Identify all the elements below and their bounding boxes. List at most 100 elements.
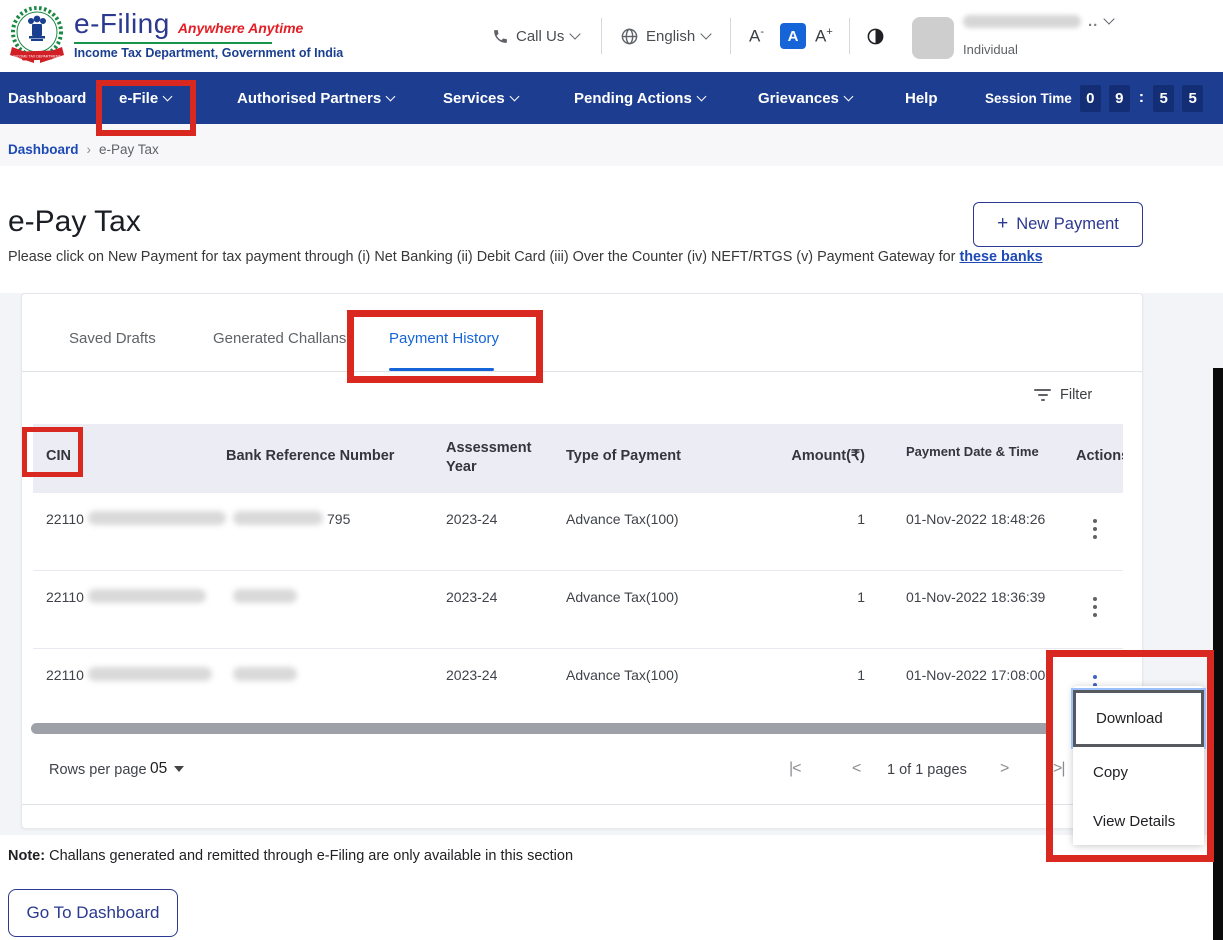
assessment-year-value: 2023-24 [446,511,497,527]
chevron-down-icon [386,92,396,102]
chevron-down-icon [509,92,519,102]
payment-type-value: Advance Tax(100) [566,511,679,527]
prev-page-button[interactable]: < [852,760,860,778]
note-label: Note: [8,848,45,864]
top-header: INCOME TAX DEPARTMENT e-FilingAnywhere A… [0,0,1223,72]
tab-payment-history[interactable]: Payment History [389,330,499,347]
redacted-cin [88,667,212,681]
chevron-down-icon [843,92,853,102]
amount-value: 1 [765,667,865,683]
column-header-amount: Amount(₹) [765,448,865,464]
font-size-decrease-button[interactable]: A- [749,0,764,72]
globe-icon [620,27,639,46]
menu-item-download[interactable]: Download [1073,690,1204,747]
chevron-down-icon [570,28,581,39]
language-label: English [646,28,695,45]
tab-saved-drafts[interactable]: Saved Drafts [69,330,156,347]
nav-item-help[interactable]: Help [905,72,938,124]
chevron-down-icon [701,28,712,39]
these-banks-link[interactable]: these banks [959,249,1042,265]
table-row: 22110 2023-24 Advance Tax(100) 1 01-Nov-… [33,571,1123,649]
screen-edge-strip [1213,368,1223,940]
page-status: 1 of 1 pages [887,762,967,778]
call-us-menu[interactable]: Call Us [492,0,579,72]
breadcrumb-separator: › [87,142,92,157]
session-digit: 0 [1080,85,1101,112]
nav-item-pending-actions[interactable]: Pending Actions [574,72,705,124]
header-divider [601,18,602,54]
cin-value: 22110 [46,511,84,527]
table-row: 22110 2023-24 Advance Tax(100) 1 01-Nov-… [33,649,1123,727]
font-size-increase-button[interactable]: A+ [815,0,833,72]
contrast-toggle[interactable] [866,0,885,72]
pagination-divider [22,804,1143,805]
contrast-icon [866,27,885,46]
column-header-cin: CIN [46,448,71,464]
emblem-ribbon-text: INCOME TAX DEPARTMENT [13,55,61,59]
menu-item-view-details[interactable]: View Details [1073,797,1204,845]
row-actions-kebab-icon[interactable] [1084,507,1106,551]
user-role-label: Individual [963,42,1018,57]
user-avatar[interactable] [912,17,954,59]
call-us-label: Call Us [516,28,564,45]
logo-green-rule [74,42,272,44]
redacted-bank-ref [233,589,297,603]
column-header-type: Type of Payment [566,448,681,464]
datetime-value: 01-Nov-2022 17:08:00 [906,667,1045,683]
rows-per-page-select[interactable]: 05 [150,760,184,778]
last-page-button[interactable]: >| [1053,760,1065,778]
breadcrumb-dashboard-link[interactable]: Dashboard [8,142,79,157]
plus-icon: + [997,213,1008,235]
row-actions-context-menu: Download Copy View Details [1073,686,1204,845]
page-title: e-Pay Tax [8,205,141,239]
income-tax-emblem-logo: INCOME TAX DEPARTMENT [8,5,66,67]
header-divider [730,18,731,54]
redacted-user-name [963,15,1081,28]
breadcrumb: Dashboard › e-Pay Tax [8,142,159,157]
table-horizontal-scrollbar[interactable] [31,723,1053,734]
epay-tax-page: INCOME TAX DEPARTMENT e-FilingAnywhere A… [0,0,1223,940]
nav-item-grievances[interactable]: Grievances [758,72,852,124]
main-navigation: Dashboard e-File Authorised Partners Ser… [0,72,1223,124]
session-timer: Session Time 0 9 : 5 5 [985,72,1203,124]
new-payment-button[interactable]: + New Payment [973,202,1143,247]
header-divider [849,18,850,54]
session-digit: 5 [1153,85,1174,112]
user-name-ellipsis: .. [1088,13,1098,30]
breadcrumb-current: e-Pay Tax [99,142,159,157]
row-actions-kebab-icon[interactable] [1084,585,1106,629]
tab-generated-challans[interactable]: Generated Challans [213,330,346,347]
go-to-dashboard-button[interactable]: Go To Dashboard [8,889,178,937]
cin-value: 22110 [46,589,84,605]
cin-value: 22110 [46,667,84,683]
amount-value: 1 [765,589,865,605]
datetime-value: 01-Nov-2022 18:48:26 [906,511,1045,527]
efiling-logo: e-FilingAnywhere Anytime Income Tax Depa… [74,8,343,60]
nav-item-efile[interactable]: e-File [119,72,171,124]
chevron-down-icon [696,92,706,102]
nav-item-dashboard[interactable]: Dashboard [8,72,86,124]
redacted-bank-ref [233,511,323,525]
filter-button[interactable]: Filter [1034,387,1092,403]
logo-tagline: Anywhere Anytime [178,20,304,36]
column-header-actions: Actions [1076,448,1123,464]
bank-ref-value: 795 [327,511,350,527]
tabs-divider [22,371,1143,372]
rows-per-page-label: Rows per page [49,762,147,778]
column-header-assessment-year: AssessmentYear [446,439,531,477]
nav-item-services[interactable]: Services [443,72,518,124]
first-page-button[interactable]: |< [789,760,801,778]
assessment-year-value: 2023-24 [446,589,497,605]
font-size-default-button[interactable]: A [780,0,806,72]
redacted-cin [88,589,206,603]
table-row: 22110 795 2023-24 Advance Tax(100) 1 01-… [33,493,1123,571]
language-menu[interactable]: English [620,0,710,72]
session-digit: 5 [1182,85,1203,112]
phone-icon [492,28,509,45]
nav-item-authorised-partners[interactable]: Authorised Partners [237,72,394,124]
next-page-button[interactable]: > [1000,760,1008,778]
menu-item-copy[interactable]: Copy [1073,747,1204,797]
payment-type-value: Advance Tax(100) [566,589,679,605]
payment-type-value: Advance Tax(100) [566,667,679,683]
session-digit: 9 [1109,85,1130,112]
